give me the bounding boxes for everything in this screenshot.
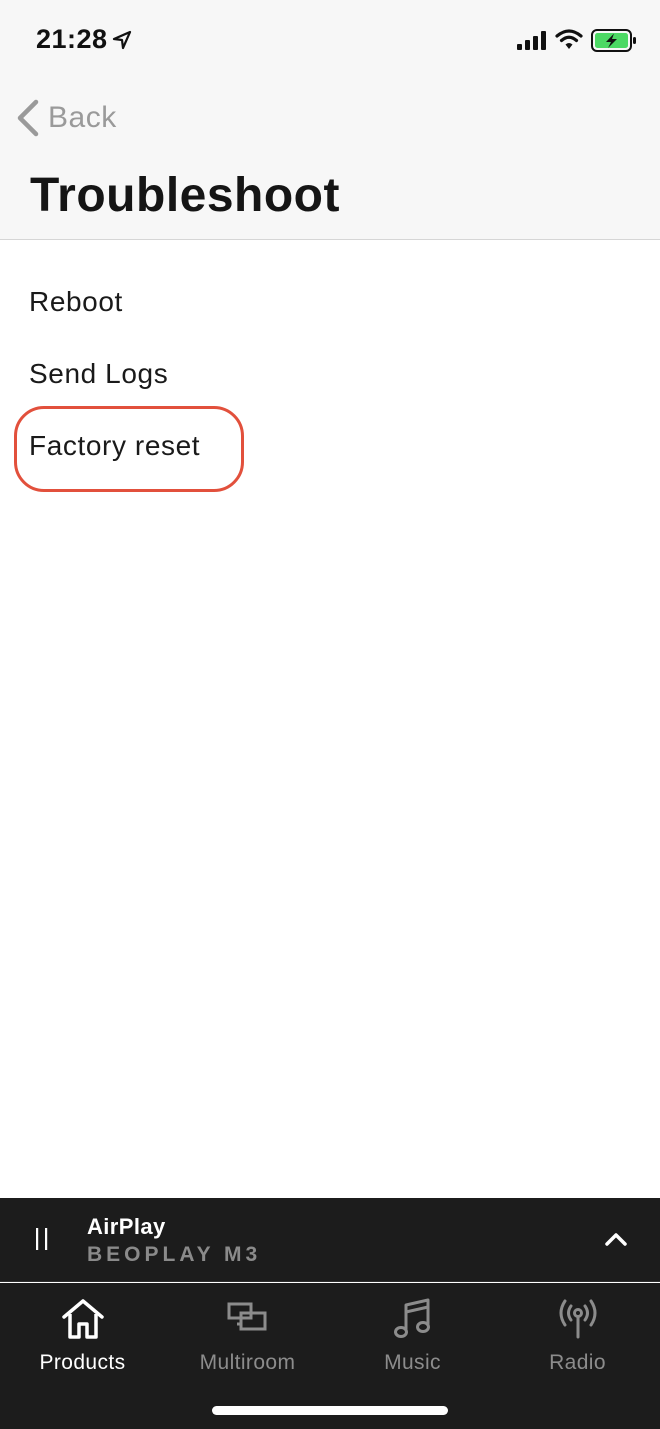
tab-radio[interactable]: Radio [495, 1293, 660, 1385]
tab-products[interactable]: Products [0, 1293, 165, 1385]
wifi-icon [555, 29, 583, 49]
troubleshoot-screen: 21:28 Back Troubleshoot Reboot Send Logs… [0, 0, 660, 1429]
back-label: Back [48, 101, 117, 134]
home-icon [61, 1299, 104, 1339]
pause-icon[interactable] [34, 1227, 50, 1251]
tab-label: Music [384, 1351, 441, 1374]
multiroom-icon [227, 1302, 266, 1331]
battery-charging-icon [591, 29, 636, 52]
status-time: 21:28 [36, 24, 108, 54]
music-note-icon [393, 1298, 430, 1338]
radio-antenna-icon [559, 1299, 596, 1339]
tab-music[interactable]: Music [330, 1293, 495, 1385]
mini-player[interactable]: AirPlay BEOPLAY M3 [0, 1198, 660, 1282]
tab-multiroom[interactable]: Multiroom [165, 1293, 330, 1385]
back-button[interactable]: Back [14, 96, 117, 140]
tab-label: Multiroom [199, 1351, 296, 1374]
location-arrow-icon [112, 30, 132, 50]
status-bar: 21:28 [0, 0, 660, 82]
home-indicator[interactable] [212, 1406, 448, 1415]
tab-label: Products [39, 1351, 126, 1374]
reboot-option[interactable]: Reboot [0, 264, 660, 336]
page-title: Troubleshoot [30, 169, 340, 222]
player-device: BEOPLAY M3 [87, 1243, 262, 1266]
navigation-header: Back Troubleshoot [0, 82, 660, 240]
troubleshoot-options-list: Reboot Send Logs Factory reset [0, 264, 660, 480]
send-logs-option[interactable]: Send Logs [0, 336, 660, 408]
factory-reset-option[interactable]: Factory reset [0, 408, 660, 480]
player-source: AirPlay [87, 1214, 166, 1239]
chevron-up-icon[interactable] [603, 1226, 629, 1252]
chevron-left-icon [17, 99, 39, 137]
tab-label: Radio [549, 1351, 606, 1374]
cellular-signal-icon [517, 31, 546, 50]
